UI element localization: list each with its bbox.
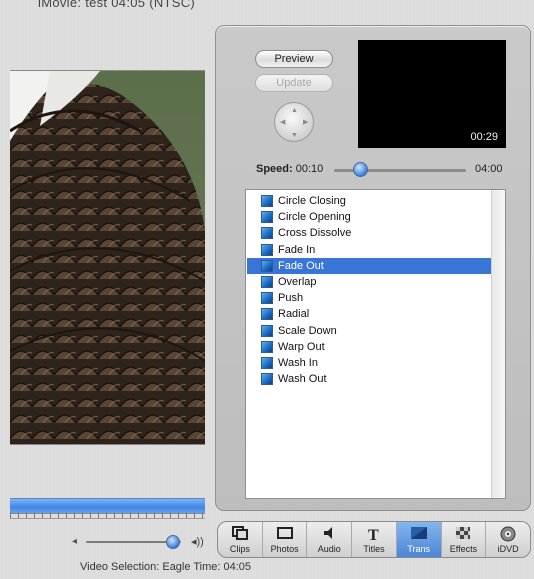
photos-icon	[276, 526, 294, 545]
arrow-left-icon[interactable]: ◀	[280, 119, 285, 126]
toolbar-button-label: Titles	[363, 544, 385, 554]
transitions-panel: Preview Update ▲ ▼ ◀ ▶ 00:29 Speed: 00:1…	[215, 25, 531, 511]
transition-item[interactable]: Overlap	[247, 274, 491, 290]
toolbar-button-label: Trans	[407, 544, 431, 554]
transition-thumbnail-icon	[261, 357, 273, 369]
transition-preview: 00:29	[358, 40, 506, 148]
volume-control[interactable]: ◂ ◂))	[72, 534, 217, 550]
transition-thumbnail-icon	[261, 340, 273, 353]
transition-thumbnail-icon	[261, 259, 273, 272]
transition-item-label: Fade Out	[278, 259, 324, 272]
arrow-down-icon[interactable]: ▼	[291, 132, 298, 139]
speed-title: Speed:	[256, 163, 293, 175]
toolbar-button-trans[interactable]: Trans	[396, 522, 442, 557]
toolbar-button-label: Audio	[317, 544, 341, 554]
transition-thumbnail-icon	[261, 243, 273, 256]
transition-item[interactable]: Scale Down	[247, 323, 491, 339]
transition-thumbnail-icon	[261, 195, 273, 207]
toolbar-button-label: iDVD	[497, 544, 519, 554]
transition-item[interactable]: Radial	[247, 306, 491, 322]
timeline-ruler	[10, 512, 205, 519]
pane-toolbar: Clips Photos Audio T Titles Trans Effects iDVD	[217, 521, 531, 558]
transition-item-label: Cross Dissolve	[278, 227, 352, 240]
transition-item-label: Radial	[278, 308, 310, 321]
speed-label: Speed: 00:10	[256, 163, 323, 175]
preview-button[interactable]: Preview	[255, 50, 333, 68]
transition-item-label: Warp Out	[278, 340, 325, 353]
toolbar-button-label: Clips	[229, 544, 250, 554]
transition-item[interactable]: Cross Dissolve	[247, 225, 491, 241]
volume-slider-knob[interactable]	[166, 535, 181, 549]
update-button[interactable]: Update	[255, 74, 333, 92]
transition-item[interactable]: Fade In	[247, 242, 491, 258]
toolbar-button-titles[interactable]: T Titles	[352, 522, 397, 557]
window-title: iMovie: test 04:05 (NTSC)	[38, 0, 196, 10]
arrow-right-icon[interactable]: ▶	[303, 119, 308, 126]
transition-item-label: Circle Closing	[278, 195, 346, 207]
transition-thumbnail-icon	[261, 308, 273, 321]
transition-item-label: Scale Down	[278, 324, 337, 337]
audio-icon	[321, 526, 337, 545]
transition-thumbnail-icon	[261, 227, 273, 240]
clips-icon	[231, 526, 248, 545]
transition-thumbnail-icon	[261, 292, 273, 305]
video-monitor	[10, 70, 205, 445]
volume-low-icon: ◂	[72, 536, 78, 547]
transition-thumbnail-icon	[261, 276, 273, 288]
preview-time: 00:29	[470, 131, 498, 143]
transition-item-label: Wash Out	[278, 373, 327, 386]
toolbar-button-label: Photos	[270, 544, 299, 554]
volume-high-icon: ◂))	[191, 536, 204, 548]
transition-item-label: Push	[278, 292, 304, 305]
transition-thumbnail-icon	[261, 373, 273, 386]
transition-item-label: Overlap	[278, 276, 317, 288]
arrow-up-icon[interactable]: ▲	[291, 107, 298, 114]
toolbar-button-photos[interactable]: Photos	[263, 522, 308, 557]
toolbar-button-clips[interactable]: Clips	[218, 522, 263, 557]
list-scrollbar[interactable]	[491, 190, 505, 498]
eagle-frame-image	[10, 71, 205, 444]
toolbar-button-effects[interactable]: Effects	[442, 522, 487, 557]
status-text: Video Selection: Eagle Time: 04:05	[80, 561, 252, 573]
transition-thumbnail-icon	[261, 324, 273, 337]
transition-item[interactable]: Warp Out	[247, 339, 491, 355]
transition-item[interactable]: Push	[247, 290, 491, 306]
transition-thumbnail-icon	[261, 211, 273, 224]
transitions-icon	[410, 526, 428, 545]
direction-control[interactable]: ▲ ▼ ◀ ▶	[274, 102, 314, 142]
speed-slider-knob[interactable]	[353, 162, 369, 177]
transition-item-label: Fade In	[278, 243, 316, 256]
transitions-list[interactable]: Circle Closing Circle Opening Cross Dissol…	[245, 189, 506, 499]
toolbar-button-audio[interactable]: Audio	[307, 522, 353, 557]
toolbar-button-idvd[interactable]: iDVD	[486, 522, 530, 557]
toolbar-button-label: Effects	[449, 544, 478, 554]
speed-max-value: 04:00	[475, 163, 503, 175]
svg-text:T: T	[368, 527, 379, 542]
effects-icon	[455, 526, 471, 545]
transition-item-label: Circle Opening	[278, 211, 351, 224]
speed-min-value: 00:10	[295, 163, 324, 175]
transition-item[interactable]: Circle Closing	[247, 193, 491, 209]
transition-item[interactable]: Fade Out	[247, 257, 491, 274]
transition-item-label: Wash In	[278, 357, 318, 369]
transition-item[interactable]: Wash Out	[247, 371, 491, 387]
transition-item[interactable]: Circle Opening	[247, 209, 491, 225]
transition-item[interactable]: Wash In	[247, 355, 491, 371]
